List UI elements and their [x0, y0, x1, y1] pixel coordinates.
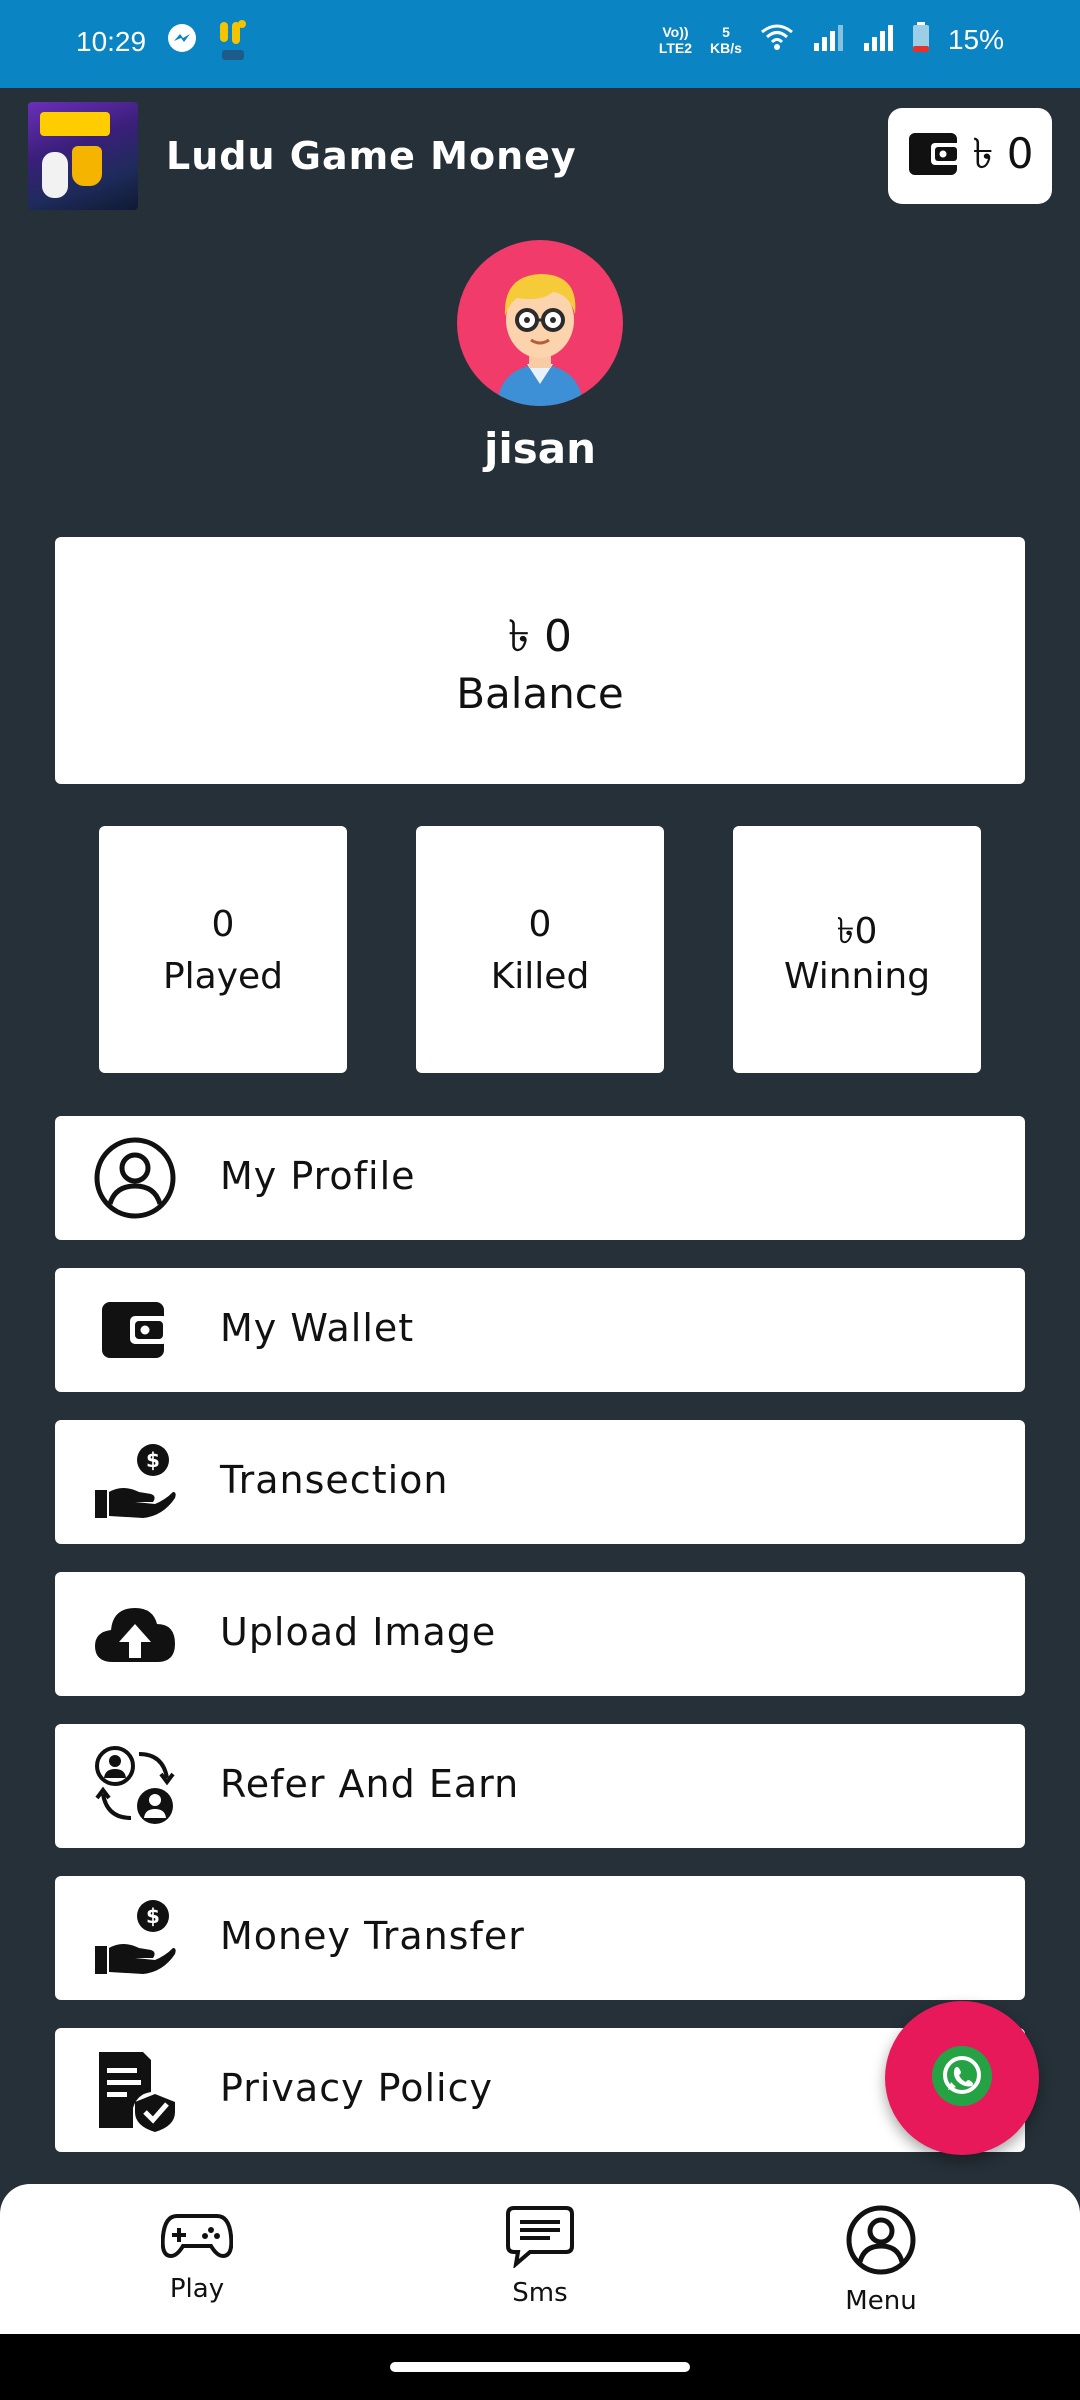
- wallet-amount: ৳ 0: [972, 128, 1034, 178]
- menu-item-upload-image[interactable]: Upload Image: [55, 1572, 1025, 1696]
- balance-label: Balance: [456, 669, 624, 718]
- network-speed: 5 KB/s: [710, 23, 742, 56]
- status-bar: 10:29 Vo)) LTE2 5 KB/s 15%: [0, 0, 1080, 88]
- battery-icon: [912, 22, 930, 57]
- stat-label: Winning: [783, 956, 931, 997]
- stat-value: 0: [211, 904, 235, 945]
- stat-label: Played: [162, 956, 284, 997]
- signal-icon-2: [862, 23, 894, 56]
- wallet-icon: [907, 129, 963, 183]
- nav-sms[interactable]: Sms: [460, 2204, 620, 2308]
- status-indicators: Vo)) LTE2 5 KB/s 15%: [659, 22, 1004, 57]
- signal-icon: [812, 23, 844, 56]
- app-title: Ludu Game Money: [166, 134, 577, 178]
- user-circle-icon: [845, 2205, 917, 2280]
- app-header: Ludu Game Money ৳ 0: [0, 88, 1080, 224]
- cloud-upload-icon: [93, 1594, 177, 1674]
- chat-icon: [506, 2206, 574, 2272]
- gamepad-icon: [160, 2214, 234, 2268]
- username: jisan: [483, 424, 597, 473]
- nav-label: Sms: [512, 2278, 568, 2308]
- wallet-icon: [93, 1290, 177, 1370]
- stat-value: ৳0: [836, 911, 878, 952]
- nav-label: Play: [169, 2274, 225, 2304]
- whatsapp-icon: [930, 2044, 994, 2112]
- nav-play[interactable]: Play: [117, 2204, 277, 2304]
- menu-item-my-wallet[interactable]: My Wallet: [55, 1268, 1025, 1392]
- messenger-icon: [166, 22, 198, 58]
- svg-text:$: $: [146, 1904, 160, 1928]
- hand-money-icon: $: [93, 1442, 177, 1522]
- menu-item-privacy-policy[interactable]: Privacy Policy: [55, 2028, 1025, 2152]
- balance-value: ৳ 0: [508, 611, 572, 662]
- menu-item-label: Refer And Earn: [220, 1762, 520, 1806]
- stat-label: Killed: [490, 956, 590, 997]
- status-time: 10:29: [76, 26, 147, 57]
- svg-text:$: $: [146, 1448, 160, 1472]
- app-notification-icon: [216, 18, 250, 70]
- stat-value: 0: [528, 904, 552, 945]
- balance-card: ৳ 0 Balance: [55, 537, 1025, 784]
- menu-item-label: My Profile: [220, 1154, 416, 1198]
- menu-item-label: My Wallet: [220, 1306, 415, 1350]
- stat-killed: 0 Killed: [416, 826, 664, 1073]
- menu-item-transection[interactable]: $ Transection: [55, 1420, 1025, 1544]
- bottom-navigation: Play Sms Menu: [0, 2184, 1080, 2334]
- hand-money-icon: $: [93, 1898, 177, 1978]
- volte-indicator: Vo)) LTE2: [658, 23, 693, 56]
- stat-winning: ৳0 Winning: [733, 826, 981, 1073]
- stat-played: 0 Played: [99, 826, 347, 1073]
- policy-shield-icon: [93, 2050, 177, 2132]
- menu-item-my-profile[interactable]: My Profile: [55, 1116, 1025, 1240]
- menu-item-label: Upload Image: [220, 1610, 497, 1654]
- whatsapp-chat-button[interactable]: [885, 2001, 1039, 2155]
- menu-item-label: Transection: [220, 1458, 449, 1502]
- battery-percent: 15%: [947, 23, 1004, 55]
- system-navigation-bar: [0, 2334, 1080, 2400]
- menu-item-money-transfer[interactable]: $ Money Transfer: [55, 1876, 1025, 2000]
- nav-label: Menu: [845, 2286, 917, 2316]
- app-logo: [28, 102, 138, 210]
- user-circle-icon: [93, 1137, 177, 1219]
- menu-item-label: Privacy Policy: [220, 2066, 493, 2110]
- menu-item-label: Money Transfer: [220, 1914, 525, 1958]
- nav-menu[interactable]: Menu: [801, 2204, 961, 2316]
- menu-item-refer-and-earn[interactable]: Refer And Earn: [55, 1724, 1025, 1848]
- wifi-icon: [760, 23, 794, 56]
- wallet-balance-button[interactable]: ৳ 0: [888, 108, 1052, 204]
- avatar[interactable]: [457, 240, 623, 406]
- refer-users-icon: [93, 1746, 177, 1826]
- home-gesture-pill[interactable]: [390, 2362, 690, 2372]
